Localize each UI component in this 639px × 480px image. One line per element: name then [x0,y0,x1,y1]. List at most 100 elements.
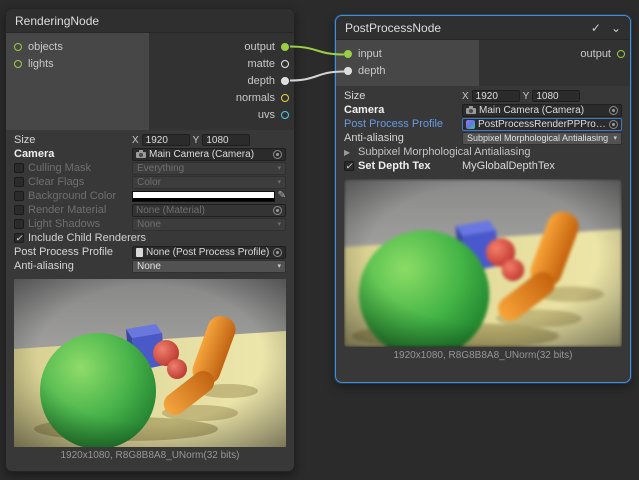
prop-row-light-shadows: Light Shadows None ▾ [6,217,294,231]
include-child-renderers-checkbox[interactable]: ✓ [14,233,24,243]
port-input[interactable]: input [336,45,479,62]
size-x-input[interactable] [472,90,520,102]
size-x-input[interactable] [142,134,190,146]
clear-flags-value: Color [137,177,274,188]
post-process-profile-value: None (Post Process Profile) [146,247,270,258]
postprocess-node-title: PostProcessNode [345,21,581,35]
input-port-icon[interactable] [344,50,352,58]
port-depth-in[interactable]: depth [336,62,479,79]
culling-mask-checkbox[interactable] [14,163,24,173]
post-process-profile-object-field[interactable]: None (Post Process Profile) [132,246,286,259]
camera-object-field[interactable]: Main Camera (Camera) [132,148,286,161]
chevron-down-icon[interactable]: ⌄ [611,22,621,34]
set-depth-tex-checkbox[interactable]: ✓ [344,161,354,171]
dropdown-arrow-icon: ▾ [277,220,281,228]
eyedropper-icon[interactable]: ✎ [278,191,286,201]
rendering-node[interactable]: RenderingNode objects lights output matt… [5,8,295,472]
port-depth[interactable]: depth [247,72,289,89]
prop-row-background-color: Background Color ✎ [6,189,294,203]
camera-label: Camera [344,104,458,116]
node-enabled-check-icon[interactable]: ✓ [591,22,601,34]
camera-object-picker-icon[interactable] [273,150,282,159]
camera-object-picker-icon[interactable] [609,106,618,115]
rendering-node-title: RenderingNode [15,14,285,28]
include-child-renderers-label: Include Child Renderers [28,232,286,244]
camera-icon [466,106,476,114]
normals-port-icon[interactable] [281,94,289,102]
rendering-node-header[interactable]: RenderingNode [6,9,294,33]
anti-aliasing-dropdown[interactable]: Subpixel Morphological Antialiasing ▾ [462,132,622,145]
prop-row-render-material: Render Material None (Material) [6,203,294,217]
culling-mask-dropdown[interactable]: Everything ▾ [132,162,286,175]
prop-row-post-process-profile: Post Process Profile PostProcessRenderPP… [336,117,630,131]
postprocess-node-header[interactable]: PostProcessNode ✓ ⌄ [336,16,630,40]
lights-port-icon[interactable] [14,60,22,68]
camera-object-field[interactable]: Main Camera (Camera) [462,104,622,117]
prop-row-clear-flags: Clear Flags Color ▾ [6,175,294,189]
objects-port-icon[interactable] [14,43,22,51]
anti-aliasing-value: None [137,261,274,272]
camera-icon [136,150,146,158]
port-output[interactable]: output [244,38,289,55]
prop-row-anti-aliasing: Anti-aliasing Subpixel Morphological Ant… [336,131,630,145]
output-port-icon[interactable] [281,43,289,51]
normals-port-label: normals [236,92,275,104]
clear-flags-checkbox[interactable] [14,177,24,187]
foldout-arrow-icon[interactable]: ▶ [344,148,354,157]
output-ports-panel: output [479,40,630,86]
render-material-object-field[interactable]: None (Material) [132,204,286,217]
port-normals[interactable]: normals [236,89,289,106]
size-label: Size [344,90,458,102]
background-color-field: ✎ [132,191,286,202]
prop-row-anti-aliasing: Anti-aliasing None ▾ [6,259,294,273]
camera-label: Camera [14,148,128,160]
dropdown-arrow-icon: ▾ [277,178,281,186]
profile-asset-icon [466,120,475,129]
port-output[interactable]: output [580,45,625,62]
anti-aliasing-value: Subpixel Morphological Antialiasing [467,133,610,143]
size-y-input[interactable] [532,90,580,102]
dropdown-arrow-icon: ▾ [277,262,281,270]
prop-row-smaa-foldout[interactable]: ▶ Subpixel Morphological Antialiasing [336,145,630,159]
post-process-profile-object-field[interactable]: PostProcessRenderPPProfile (Pos [462,118,622,131]
depth-port-icon[interactable] [281,77,289,85]
postprocess-node-ports: input depth output [336,40,630,86]
camera-value: Main Camera (Camera) [149,149,270,160]
post-process-profile-label: Post Process Profile [14,246,128,258]
anti-aliasing-dropdown[interactable]: None ▾ [132,260,286,273]
size-x-label: X [462,91,469,102]
background-color-swatch[interactable] [132,191,275,202]
light-shadows-dropdown[interactable]: None ▾ [132,218,286,231]
postprocessed-scene-image [344,179,622,347]
postprocess-node-properties: Size X Y Camera Main Camera (Camera) Pos… [336,86,630,173]
postprocess-node-preview [344,179,622,347]
rendering-preview-caption: 1920x1080, R8G8B8A8_UNorm(32 bits) [6,450,294,461]
port-lights[interactable]: lights [6,55,149,72]
set-depth-tex-value: MyGlobalDepthTex [462,160,622,172]
depth-in-port-icon[interactable] [344,67,352,75]
input-ports-panel: input depth [336,40,479,86]
pp-output-port-label: output [580,48,611,60]
port-matte[interactable]: matte [247,55,289,72]
post-process-profile-object-picker-icon[interactable] [273,248,282,257]
prop-row-size: Size X Y [336,89,630,103]
uvs-port-icon[interactable] [281,111,289,119]
checkmark-icon: ✓ [15,234,23,243]
size-y-input[interactable] [202,134,250,146]
size-x-label: X [132,135,139,146]
port-objects[interactable]: objects [6,38,149,55]
light-shadows-value: None [137,219,274,230]
postprocess-node[interactable]: PostProcessNode ✓ ⌄ input depth output S… [335,15,631,383]
prop-row-set-depth-tex: ✓ Set Depth Tex MyGlobalDepthTex [336,159,630,173]
background-color-checkbox[interactable] [14,191,24,201]
port-uvs[interactable]: uvs [258,106,289,123]
clear-flags-dropdown[interactable]: Color ▾ [132,176,286,189]
clear-flags-label: Clear Flags [28,176,128,188]
light-shadows-checkbox[interactable] [14,219,24,229]
input-ports-panel: objects lights [6,33,149,130]
post-process-profile-object-picker-icon[interactable] [609,120,618,129]
matte-port-icon[interactable] [281,60,289,68]
render-material-object-picker-icon[interactable] [273,206,282,215]
pp-output-port-icon[interactable] [617,50,625,58]
render-material-checkbox[interactable] [14,205,24,215]
